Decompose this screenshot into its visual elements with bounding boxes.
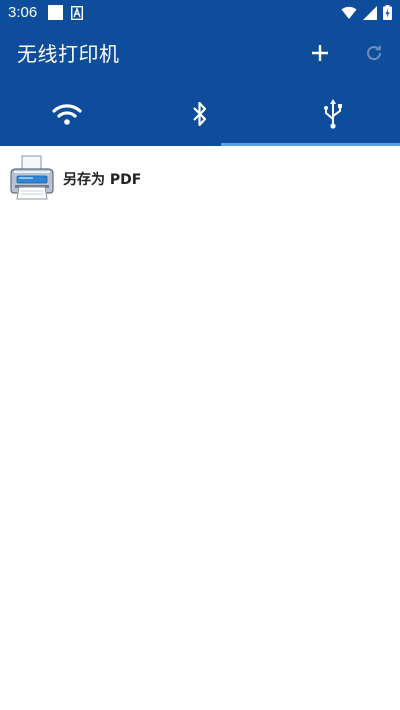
- status-time: 3:06: [8, 4, 38, 21]
- battery-charging-icon: [383, 5, 392, 20]
- wifi-signal-icon: [341, 6, 357, 19]
- list-item[interactable]: 另存为 PDF: [0, 154, 400, 206]
- printer-icon: [10, 155, 54, 200]
- status-bar: 3:06: [0, 0, 400, 26]
- cell-signal-icon: [363, 5, 377, 20]
- tab-usb[interactable]: [266, 82, 400, 146]
- connection-tab-bar: [0, 82, 400, 146]
- wifi-icon: [51, 104, 82, 125]
- add-icon: [312, 45, 328, 61]
- square-notification-icon: [48, 5, 63, 20]
- app-bar: 无线打印机: [0, 26, 400, 82]
- printer-list: 另存为 PDF: [0, 146, 400, 710]
- refresh-button[interactable]: [361, 40, 387, 66]
- usb-icon: [324, 99, 342, 129]
- tab-wifi[interactable]: [0, 82, 133, 146]
- bluetooth-icon: [192, 101, 206, 127]
- status-notification-icons: [48, 5, 83, 20]
- add-printer-button[interactable]: [307, 40, 333, 66]
- printer-label: 另存为 PDF: [63, 172, 142, 188]
- status-system-icons: [341, 5, 392, 20]
- refresh-icon: [367, 44, 382, 61]
- tab-bluetooth[interactable]: [133, 82, 266, 146]
- app-title: 无线打印机: [17, 42, 120, 66]
- a-notification-icon: [71, 5, 83, 20]
